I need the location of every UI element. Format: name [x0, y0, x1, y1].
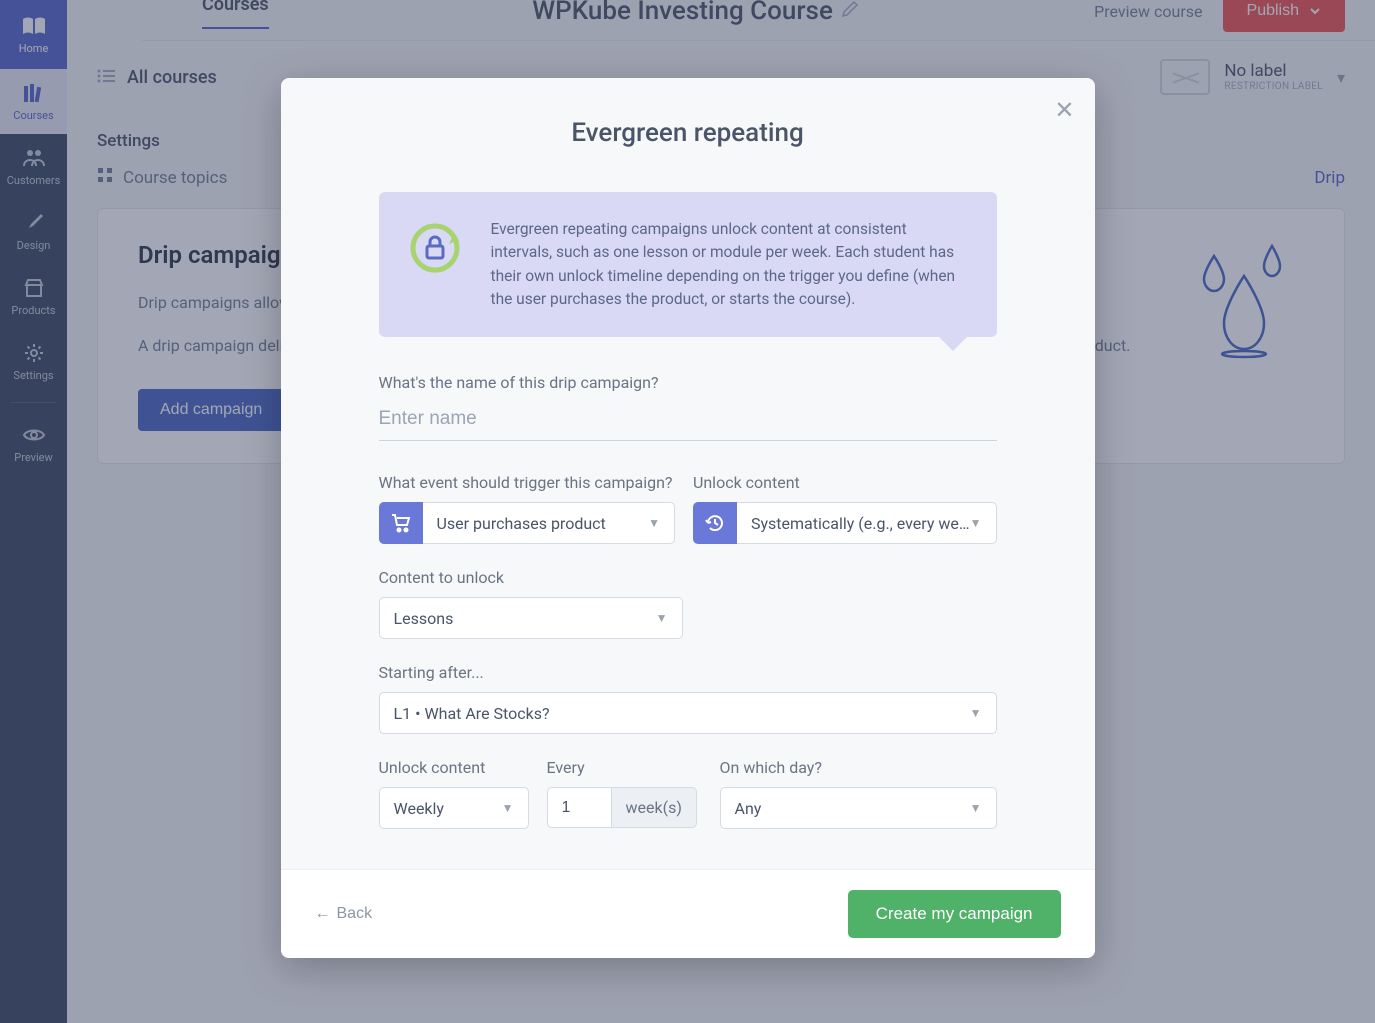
day-select[interactable]: Any ▼ [720, 787, 997, 829]
info-callout: Evergreen repeating campaigns unlock con… [379, 192, 997, 337]
close-icon: ✕ [1054, 97, 1074, 124]
every-label: Every [547, 758, 702, 777]
close-button[interactable]: ✕ [1054, 96, 1074, 125]
starting-value: L1 • What Are Stocks? [394, 704, 550, 723]
back-label: Back [337, 905, 373, 923]
unlock-value: Systematically (e.g., every we… [751, 514, 970, 533]
chevron-down-icon: ▼ [970, 706, 982, 720]
modal-overlay: ✕ Evergreen repeating Evergreen repeatin… [0, 0, 1375, 1023]
chevron-down-icon: ▼ [970, 516, 982, 530]
unlock-freq-value: Weekly [394, 799, 445, 818]
every-unit: week(s) [612, 787, 697, 828]
chevron-down-icon: ▼ [970, 801, 982, 815]
campaign-name-input[interactable] [379, 402, 997, 441]
chevron-down-icon: ▼ [502, 801, 514, 815]
info-text: Evergreen repeating campaigns unlock con… [491, 218, 967, 311]
chevron-down-icon: ▼ [656, 611, 668, 625]
content-to-unlock-select[interactable]: Lessons ▼ [379, 597, 683, 639]
arrow-left-icon: ← [315, 905, 331, 923]
content-to-unlock-label: Content to unlock [379, 568, 683, 587]
every-input[interactable] [547, 787, 612, 828]
chevron-down-icon: ▼ [648, 516, 660, 530]
modal-evergreen: ✕ Evergreen repeating Evergreen repeatin… [281, 78, 1095, 958]
day-value: Any [735, 799, 762, 818]
campaign-name-label: What's the name of this drip campaign? [379, 373, 997, 392]
lock-cycle-icon [405, 218, 465, 311]
unlock-content-select[interactable]: Systematically (e.g., every we… ▼ [737, 502, 997, 544]
content-value: Lessons [394, 609, 454, 628]
starting-after-select[interactable]: L1 • What Are Stocks? ▼ [379, 692, 997, 734]
create-campaign-button[interactable]: Create my campaign [848, 890, 1061, 938]
day-label: On which day? [720, 758, 997, 777]
unlock-freq-select[interactable]: Weekly ▼ [379, 787, 529, 829]
history-icon [693, 502, 737, 544]
modal-title: Evergreen repeating [379, 118, 997, 148]
trigger-label: What event should trigger this campaign? [379, 473, 675, 492]
trigger-value: User purchases product [437, 514, 606, 533]
cart-icon [379, 502, 423, 544]
trigger-select[interactable]: User purchases product ▼ [423, 502, 675, 544]
unlock-freq-label: Unlock content [379, 758, 529, 777]
unlock-content-label: Unlock content [693, 473, 997, 492]
back-button[interactable]: ← Back [315, 905, 373, 923]
starting-after-label: Starting after... [379, 663, 997, 682]
